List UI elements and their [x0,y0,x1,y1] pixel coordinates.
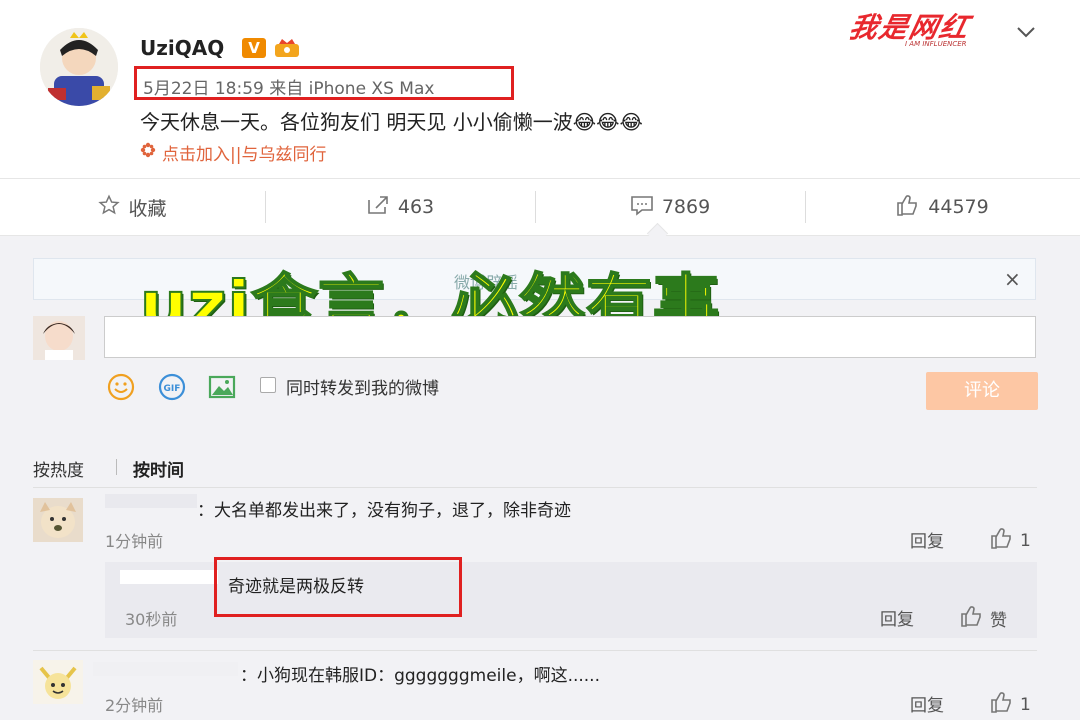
share-icon [366,194,390,221]
author-avatar[interactable] [40,28,118,106]
divider [116,459,117,475]
reply-like-label: 赞 [990,611,1007,631]
highlight-box-timestamp [134,66,514,100]
like-button[interactable]: 44579 [805,179,1080,235]
commenter-name-masked[interactable] [93,662,238,676]
flower-icon [140,142,156,163]
repost-button[interactable]: 463 [265,179,535,235]
comment-like-button[interactable]: 1 [990,691,1031,718]
reply-label: 回复 [880,610,914,630]
thumbs-up-icon [990,691,1014,718]
like-count: 44579 [928,196,989,218]
repost-checkbox-label[interactable]: 同时转发到我的微博 [286,374,439,399]
gif-icon[interactable]: GIF [157,372,187,402]
crown-badge-icon[interactable] [274,38,300,58]
comment-icon [630,194,654,221]
image-icon[interactable] [207,372,237,402]
chevron-down-icon[interactable] [1016,22,1036,43]
repost-checkbox[interactable] [260,377,276,393]
comment-text: ：小狗现在韩服ID：gggggggmeile，啊这...... [240,666,600,686]
reply-like-button[interactable]: 赞 [960,605,1007,632]
vip-badge-icon[interactable]: V [242,38,266,58]
reply-button[interactable]: 回复 [910,527,944,552]
join-group-label[interactable]: 点击加入||与乌兹同行 [162,140,326,165]
author-username[interactable]: UziQAQ [140,36,224,60]
join-group-link[interactable]: 点击加入||与乌兹同行 [140,140,326,165]
comment-input[interactable] [104,316,1036,358]
commenter-name-masked[interactable] [105,494,197,508]
comment-time: 1分钟前 [105,532,164,551]
current-user-avatar[interactable] [33,316,85,360]
comment-like-count: 1 [1020,694,1031,715]
brand-watermark-sub: I AM INFLUENCER [905,40,967,48]
sort-by-heat-tab[interactable]: 按热度 [33,456,84,481]
comment-time: 2分钟前 [105,696,164,715]
close-icon[interactable]: × [1004,267,1021,291]
favorite-label: 收藏 [128,197,167,220]
comment-like-count: 1 [1020,530,1031,551]
emoji-icon[interactable] [106,372,136,402]
comment-count: 7869 [661,196,711,218]
comment-button[interactable]: 7869 [535,179,805,235]
commenter-avatar[interactable] [33,498,83,542]
divider [33,487,1037,488]
reply-label: 回复 [910,532,944,552]
reply-author-masked[interactable] [120,570,218,584]
post-action-bar: 收藏 463 7869 44579 [0,178,1080,236]
comment-like-button[interactable]: 1 [990,527,1031,554]
divider [33,650,1037,651]
highlight-box-reply [214,557,462,617]
weibo-post-card: UziQAQ V 5月22日 18:59 来自 iPhone XS Max 今天… [0,0,1080,178]
star-icon [98,194,121,221]
submit-comment-button[interactable]: 评论 [926,372,1038,410]
post-text: 今天休息一天。各位狗友们 明天见 小小偷懒一波😂😂😂 [140,110,643,134]
thumbs-up-icon [990,527,1014,554]
thumbs-up-icon [960,605,984,632]
favorite-button[interactable]: 收藏 [0,179,265,235]
repost-count: 463 [397,196,435,218]
reply-label: 回复 [910,696,944,716]
reply-time: 30秒前 [125,610,178,629]
svg-text:GIF: GIF [164,384,181,394]
reply-reply-button[interactable]: 回复 [880,605,914,630]
reply-button[interactable]: 回复 [910,691,944,716]
thumbs-up-icon [896,194,920,221]
commenter-avatar[interactable] [33,660,83,704]
sort-by-time-tab[interactable]: 按时间 [133,456,184,481]
comment-text: ：大名单都发出来了，没有狗子，退了，除非奇迹 [197,501,571,521]
